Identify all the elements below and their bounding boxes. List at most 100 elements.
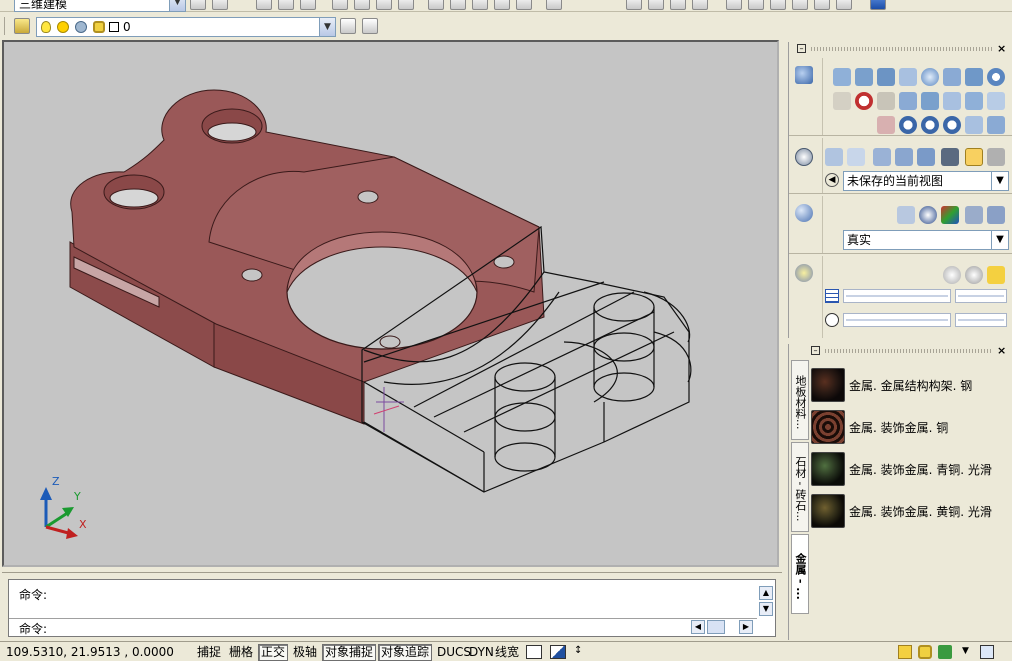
model-layout-icon[interactable] — [550, 645, 566, 659]
3d-hidden-icon[interactable] — [919, 206, 937, 224]
union-icon[interactable] — [450, 0, 466, 10]
scroll-right-icon[interactable]: ▶ — [739, 620, 753, 634]
time-slider[interactable] — [843, 313, 951, 327]
model-space-icon[interactable] — [526, 645, 542, 659]
view-cube-active-icon[interactable] — [965, 148, 983, 166]
tab-metal-materials[interactable]: 金属 - ... — [791, 534, 809, 614]
loft-icon[interactable] — [428, 0, 444, 10]
close-icon[interactable]: × — [997, 42, 1006, 55]
properties-icon[interactable] — [726, 0, 742, 10]
extrude-icon[interactable] — [877, 92, 895, 110]
scroll-left-icon[interactable]: ◀ — [691, 620, 705, 634]
calculator-icon[interactable] — [836, 0, 852, 10]
palette-titlebar[interactable]: – × — [789, 42, 1012, 56]
2d-wireframe-icon[interactable] — [897, 206, 915, 224]
intersect-icon[interactable] — [943, 116, 961, 134]
tab-stone-materials[interactable]: 石材 - 砖石... — [791, 442, 809, 532]
clean-screen-icon[interactable] — [980, 645, 994, 659]
scroll-down-icon[interactable]: ▼ — [759, 602, 773, 616]
chevron-down-icon[interactable]: ▼ — [991, 172, 1008, 190]
ortho-toggle[interactable]: 正交 — [258, 644, 289, 661]
spot-light-icon[interactable] — [965, 266, 983, 284]
loft-icon[interactable] — [965, 92, 983, 110]
box-icon[interactable] — [256, 0, 272, 10]
pan-icon[interactable] — [626, 0, 642, 10]
status-menu-icon[interactable]: ↕ — [574, 645, 582, 656]
layer-previous-icon[interactable] — [362, 18, 378, 34]
subtract-icon[interactable] — [472, 0, 488, 10]
slice-icon[interactable] — [987, 92, 1005, 110]
command-window[interactable]: 命令: 命令: ▲ ▼ ◀ ▶ — [8, 579, 776, 637]
move3d-icon[interactable] — [877, 116, 895, 134]
chevron-down-icon[interactable]: ▼ — [991, 231, 1008, 249]
grid-icon[interactable] — [825, 289, 839, 303]
toolbar-grip[interactable] — [4, 17, 7, 35]
cone-icon[interactable] — [899, 68, 917, 86]
flatshot-icon[interactable] — [987, 116, 1005, 134]
3d-zoom-icon[interactable] — [847, 148, 865, 166]
point-light-icon[interactable] — [943, 266, 961, 284]
distant-light-icon[interactable] — [987, 266, 1005, 284]
material-item[interactable]: 金属. 装饰金属. 黄铜. 光滑 — [811, 494, 1011, 528]
camera-icon[interactable] — [941, 148, 959, 166]
visual-style-manager-icon[interactable] — [965, 206, 983, 224]
brightness-value[interactable] — [955, 289, 1007, 303]
box-icon[interactable] — [855, 68, 873, 86]
cube-view-icon[interactable] — [987, 148, 1005, 166]
tool-palettes-icon[interactable] — [770, 0, 786, 10]
torus-icon[interactable] — [987, 68, 1005, 86]
time-value[interactable] — [955, 313, 1007, 327]
zoom-realtime-icon[interactable] — [648, 0, 664, 10]
drawing-viewport[interactable]: Z Y X — [2, 40, 779, 567]
pyramid-icon[interactable] — [965, 68, 983, 86]
continuous-orbit-icon[interactable] — [917, 148, 935, 166]
design-center-icon[interactable] — [748, 0, 764, 10]
material-item[interactable]: 金属. 金属结构构架. 钢 — [811, 368, 1011, 402]
polysolid-icon[interactable] — [833, 68, 851, 86]
command-prompt[interactable]: 命令: — [19, 620, 47, 637]
layer-prev-icon[interactable] — [212, 0, 228, 10]
sphere-icon[interactable] — [921, 68, 939, 86]
snap-toggle[interactable]: 捕捉 — [194, 644, 224, 661]
palette-grip[interactable] — [811, 47, 993, 51]
minimize-icon[interactable]: – — [811, 346, 820, 355]
chevron-down-icon[interactable]: ▼ — [319, 18, 335, 36]
sheet-set-icon[interactable] — [792, 0, 808, 10]
revolve-icon[interactable] — [398, 0, 414, 10]
palette-grip[interactable] — [825, 349, 993, 353]
pyramid-icon[interactable] — [278, 0, 294, 10]
cylinder-icon[interactable] — [943, 68, 961, 86]
light-bulb-icon[interactable] — [795, 264, 813, 282]
3d-make-icon[interactable] — [795, 66, 813, 84]
markup-icon[interactable] — [814, 0, 830, 10]
make-current-layer-icon[interactable] — [340, 18, 356, 34]
3d-model-view[interactable]: Z Y X — [4, 42, 779, 567]
planar-surface-icon[interactable] — [833, 92, 851, 110]
annotation-scale-icon[interactable] — [898, 645, 912, 659]
material-item[interactable]: 金属. 装饰金属. 青铜. 光滑 — [811, 452, 1011, 486]
toolbar-lock-icon[interactable] — [918, 645, 932, 659]
arrow-down-icon[interactable] — [546, 0, 562, 10]
help-icon[interactable] — [870, 0, 886, 10]
3d-orbit-icon[interactable] — [873, 148, 891, 166]
sweep-icon[interactable] — [921, 92, 939, 110]
status-menu-chevron-icon[interactable]: ▼ — [962, 646, 969, 656]
free-orbit-icon[interactable] — [895, 148, 913, 166]
3d-pan-icon[interactable] — [825, 148, 843, 166]
sphere-wire-icon[interactable] — [855, 92, 873, 110]
scroll-up-icon[interactable]: ▲ — [759, 586, 773, 600]
compass-icon[interactable] — [795, 148, 813, 166]
subtract-icon[interactable] — [921, 116, 939, 134]
osnap-toggle[interactable]: 对象捕捉 — [322, 644, 377, 661]
material-item[interactable]: 金属. 装饰金属. 铜 — [811, 410, 1011, 444]
clock-icon[interactable] — [825, 313, 839, 327]
grid-toggle[interactable]: 栅格 — [226, 644, 256, 661]
intersect-icon[interactable] — [494, 0, 510, 10]
horizontal-scrollbar-thumb[interactable] — [707, 620, 725, 634]
wedge-icon[interactable] — [300, 0, 316, 10]
materials-titlebar[interactable]: – × — [789, 344, 1012, 358]
visual-styles-icon[interactable] — [795, 204, 813, 222]
minimize-icon[interactable]: – — [797, 44, 806, 53]
section-plane-icon[interactable] — [965, 116, 983, 134]
lineweight-toggle[interactable]: 线宽 — [492, 644, 522, 661]
